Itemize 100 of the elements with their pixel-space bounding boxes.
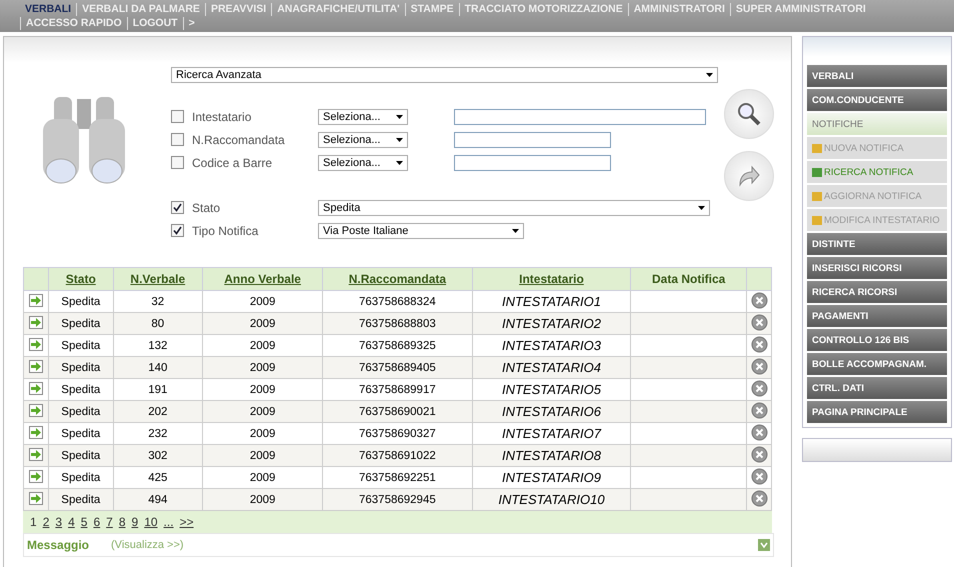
table-cell: 763758692251 — [322, 466, 472, 488]
table-cell: 2009 — [202, 378, 323, 400]
table-cell: Spedita — [48, 400, 114, 422]
page-link[interactable]: 5 — [80, 515, 88, 529]
input-field[interactable] — [454, 154, 611, 170]
arrow-right-icon[interactable] — [29, 316, 43, 328]
operator-select[interactable]: Seleziona... — [318, 132, 408, 148]
sidebar-item[interactable]: RICERCA NOTIFICA — [807, 161, 947, 183]
filter-label: Intestatario — [192, 110, 252, 124]
caret-icon — [698, 206, 705, 210]
table-cell: 2009 — [202, 356, 323, 378]
table-cell: 2009 — [202, 422, 323, 444]
arrow-right-icon[interactable] — [29, 448, 43, 460]
table-cell: 2009 — [202, 312, 323, 334]
nav-link[interactable]: ACCESSO RAPIDO — [20, 17, 127, 30]
delete-icon[interactable] — [750, 292, 768, 308]
checkbox[interactable] — [171, 156, 184, 169]
square-icon — [812, 168, 822, 176]
value-select[interactable]: Via Poste Italiane — [318, 222, 524, 238]
table-cell: Spedita — [48, 356, 114, 378]
table-cell: Spedita — [48, 488, 114, 510]
table-cell: 763758690327 — [322, 422, 472, 444]
caret-icon — [396, 114, 403, 118]
arrow-right-icon[interactable] — [29, 492, 43, 504]
input-field[interactable] — [454, 108, 706, 124]
page-link[interactable]: 10 — [144, 515, 158, 529]
checkbox[interactable] — [171, 201, 184, 214]
table-cell: 763758692945 — [322, 488, 472, 510]
view-link[interactable]: (Visualizza >>) — [111, 539, 758, 551]
sidebar-item[interactable]: CONTROLLO 126 BIS — [807, 329, 947, 351]
operator-select[interactable]: Seleziona... — [318, 108, 408, 124]
arrow-right-icon[interactable] — [29, 382, 43, 394]
delete-icon[interactable] — [750, 446, 768, 462]
delete-icon[interactable] — [750, 468, 768, 484]
checkbox[interactable] — [171, 224, 184, 237]
table-cell: INTESTATARIO3 — [472, 334, 631, 356]
table-cell: 494 — [113, 488, 202, 510]
sidebar-item[interactable]: PAGAMENTI — [807, 305, 947, 327]
delete-icon[interactable] — [750, 424, 768, 440]
delete-icon[interactable] — [750, 380, 768, 396]
nav-link[interactable]: LOGOUT — [126, 17, 183, 30]
arrow-right-icon[interactable] — [29, 404, 43, 416]
table-cell: 763758689405 — [322, 356, 472, 378]
delete-icon[interactable] — [750, 402, 768, 418]
page-link[interactable]: 1 — [30, 515, 37, 529]
table-cell: 191 — [113, 378, 202, 400]
caret-icon — [396, 138, 403, 142]
page-link[interactable]: 8 — [118, 515, 126, 529]
table-cell: INTESTATARIO7 — [472, 422, 631, 444]
table-cell: 80 — [113, 312, 202, 334]
table-cell: Spedita — [48, 422, 114, 444]
delete-icon[interactable] — [750, 314, 768, 330]
sidebar-item[interactable]: CTRL. DATI — [807, 377, 947, 399]
table-cell: INTESTATARIO2 — [472, 312, 631, 334]
sidebar-item[interactable]: BOLLE ACCOMPAGNAM. — [807, 353, 947, 375]
search-button[interactable] — [724, 89, 774, 139]
delete-icon[interactable] — [750, 490, 768, 506]
sidebar-item[interactable]: PAGINA PRINCIPALE — [807, 401, 947, 423]
nav-link[interactable]: VERBALI — [20, 3, 76, 16]
page-link[interactable]: 4 — [68, 515, 75, 529]
operator-select[interactable]: Seleziona... — [318, 154, 408, 170]
table-cell: INTESTATARIO8 — [472, 444, 631, 466]
sidebar-item[interactable]: COM.CONDUCENTE — [807, 89, 947, 111]
arrow-right-icon[interactable] — [29, 338, 43, 350]
arrow-right-icon[interactable] — [29, 426, 43, 438]
table-cell: 32 — [113, 290, 202, 312]
table-cell: 2009 — [202, 400, 323, 422]
filter-label: Stato — [192, 200, 222, 214]
arrow-right-icon[interactable] — [29, 294, 43, 306]
page-link[interactable]: >> — [180, 515, 194, 529]
checkbox[interactable] — [171, 110, 184, 123]
expand-icon[interactable] — [758, 539, 770, 551]
reset-button[interactable] — [724, 151, 774, 201]
delete-icon[interactable] — [750, 358, 768, 374]
sidebar-item[interactable]: RICERCA RICORSI — [807, 281, 947, 303]
search-mode-select[interactable]: Ricerca Avanzata — [171, 67, 718, 83]
page-link[interactable]: 7 — [106, 515, 113, 529]
delete-icon[interactable] — [750, 336, 768, 352]
table-cell: 202 — [113, 400, 202, 422]
page-link[interactable]: 9 — [132, 515, 138, 529]
table-cell: Spedita — [48, 444, 114, 466]
page-link[interactable]: 3 — [55, 515, 62, 529]
sidebar-item[interactable]: NOTIFICHE — [807, 113, 947, 135]
input-field[interactable] — [454, 132, 611, 148]
page-link[interactable]: ... — [164, 515, 174, 529]
checkbox[interactable] — [171, 133, 184, 146]
value-select[interactable]: Spedita — [318, 200, 710, 216]
nav-link[interactable]: > — [182, 17, 200, 30]
sidebar-item[interactable]: VERBALI — [807, 65, 947, 87]
arrow-right-icon[interactable] — [29, 360, 43, 372]
table-cell: 302 — [113, 444, 202, 466]
table-cell: INTESTATARIO10 — [472, 488, 631, 510]
sidebar-item[interactable]: DISTINTE — [807, 233, 947, 255]
page-link[interactable]: 2 — [42, 515, 50, 529]
column-header: Data Notifica — [630, 268, 746, 290]
sidebar-item[interactable]: INSERISCI RICORSI — [807, 257, 947, 279]
table-cell: Spedita — [48, 466, 114, 488]
page-link[interactable]: 6 — [93, 515, 100, 529]
arrow-right-icon[interactable] — [29, 470, 43, 482]
table-cell: 763758688324 — [322, 290, 472, 312]
